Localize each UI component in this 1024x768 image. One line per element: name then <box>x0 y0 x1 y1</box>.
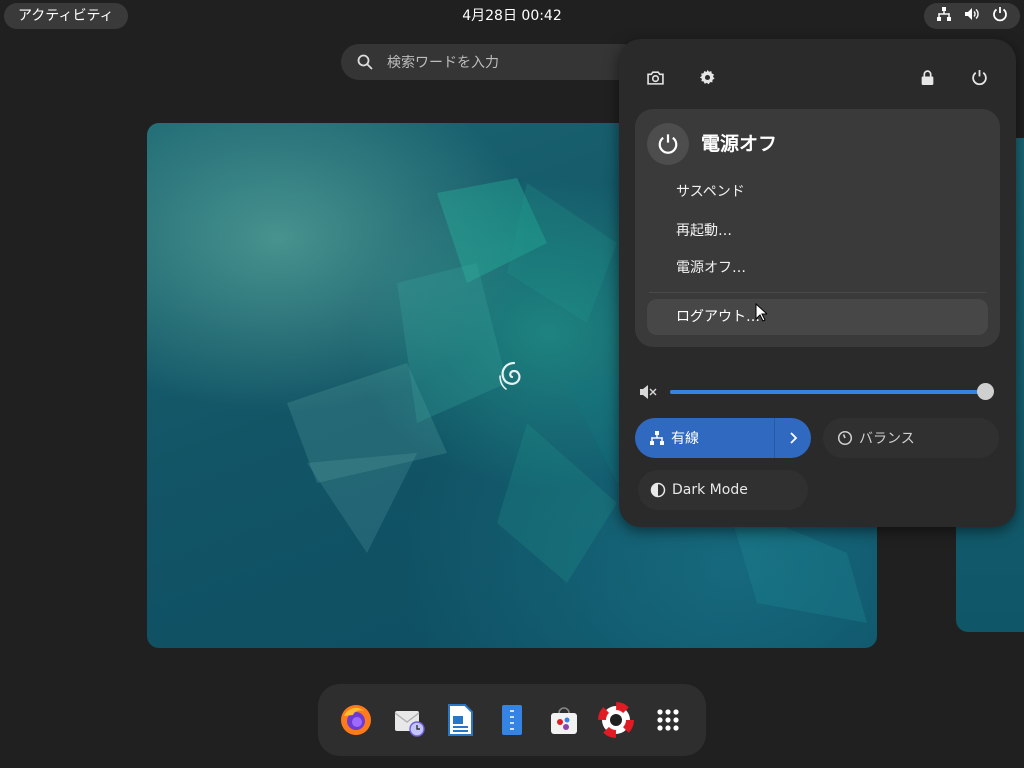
libreoffice-writer-icon[interactable] <box>438 698 482 742</box>
wired-toggle-main[interactable]: 有線 <box>635 418 775 458</box>
evolution-mail-clock-icon[interactable] <box>386 698 430 742</box>
dark-mode-icon <box>650 482 666 498</box>
network-wired-icon <box>650 431 664 445</box>
power-off-submenu: 電源オフ サスペンド 再起動… 電源オフ… ログアウト… <box>635 109 1000 347</box>
power-icon <box>992 6 1008 26</box>
power-profile-label: バランス <box>859 431 915 447</box>
power-profile-toggle[interactable]: バランス <box>823 418 999 458</box>
volume-muted-icon[interactable] <box>638 382 658 402</box>
clock[interactable]: 4月28日 00:42 <box>462 8 562 24</box>
top-bar: アクティビティ 4月28日 00:42 <box>0 0 1024 32</box>
wired-toggle-arrow[interactable] <box>774 418 811 458</box>
restart-menu-item[interactable]: 再起動… <box>676 221 732 241</box>
lock-icon <box>921 69 933 85</box>
app-grid-icon[interactable] <box>646 698 690 742</box>
network-wired-icon <box>936 6 952 26</box>
chevron-right-icon <box>790 432 798 444</box>
debian-swirl-icon <box>499 361 521 390</box>
help-lifebuoy-icon[interactable] <box>594 698 638 742</box>
menu-separator <box>649 292 986 293</box>
power-icon <box>971 69 987 85</box>
suspend-menu-item[interactable]: サスペンド <box>676 182 745 202</box>
system-status-area[interactable] <box>924 3 1020 29</box>
clock-container: 4月28日 00:42 <box>0 0 1024 32</box>
power-menu-title: 電源オフ <box>701 133 778 155</box>
dash <box>318 684 706 756</box>
dark-mode-label: Dark Mode <box>672 482 748 498</box>
wired-toggle-label: 有線 <box>671 431 699 447</box>
power-off-menu-item[interactable]: 電源オフ… <box>676 258 746 278</box>
power-menu-button[interactable] <box>959 57 999 97</box>
volume-slider-handle[interactable] <box>977 383 994 400</box>
dark-mode-toggle[interactable]: Dark Mode <box>638 470 808 510</box>
firefox-icon[interactable] <box>334 698 378 742</box>
power-off-header-icon <box>647 123 689 165</box>
search-input[interactable] <box>385 44 629 82</box>
settings-gear-icon <box>699 69 715 84</box>
wired-network-toggle[interactable]: 有線 <box>635 418 811 458</box>
volume-slider[interactable] <box>670 390 986 394</box>
screenshot-button[interactable] <box>635 57 675 97</box>
text-editor-icon[interactable] <box>490 698 534 742</box>
software-store-icon[interactable] <box>542 698 586 742</box>
power-profile-balanced-icon <box>837 430 853 446</box>
logout-label: ログアウト… <box>676 309 760 325</box>
screenshot-icon <box>646 70 664 85</box>
logout-menu-item[interactable]: ログアウト… <box>647 299 988 335</box>
mouse-cursor-icon <box>755 303 767 322</box>
search-bar[interactable] <box>341 44 641 82</box>
settings-button[interactable] <box>687 57 727 97</box>
volume-icon <box>964 6 980 26</box>
search-icon <box>357 54 373 70</box>
activities-button[interactable]: アクティビティ <box>4 3 128 29</box>
lock-button[interactable] <box>907 57 947 97</box>
